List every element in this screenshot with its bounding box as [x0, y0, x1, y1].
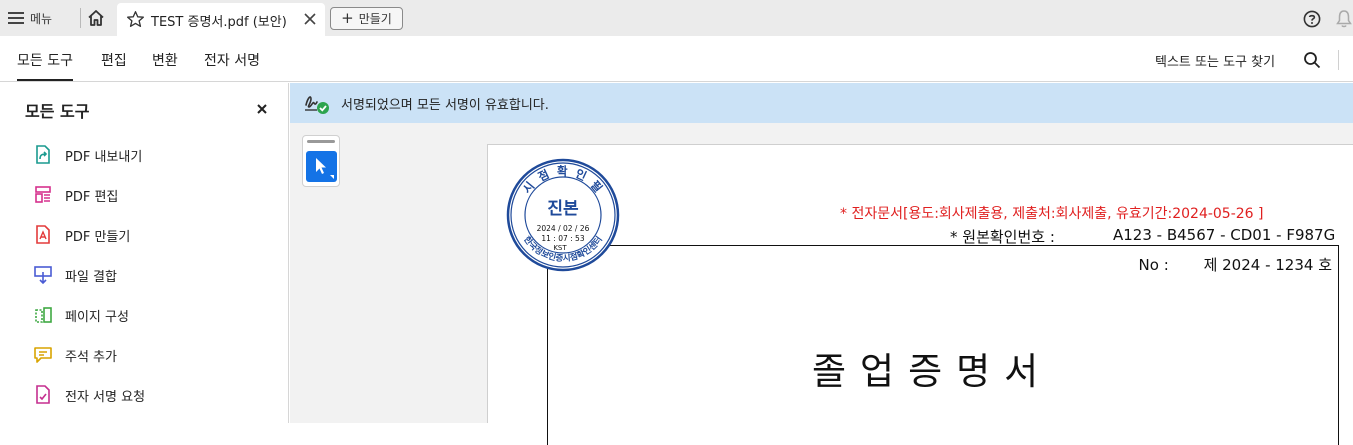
- tool-label: 페이지 구성: [65, 310, 129, 325]
- search-icon[interactable]: [1303, 51, 1321, 69]
- tool-label: 전자 서명 요청: [65, 390, 146, 405]
- e-document-notice: * 전자문서[용도:회사제출용, 제출처:회사제출, 유효기간:2024-05-…: [840, 206, 1264, 222]
- tool-request-esign[interactable]: 전자 서명 요청: [32, 382, 272, 408]
- certificate-frame: No : 제 2024 - 1234 호 졸업증명서: [547, 245, 1339, 445]
- edit-pdf-icon: [35, 186, 51, 203]
- origin-number: A123 - B4567 - CD01 - F987G: [1113, 226, 1336, 244]
- tool-label: 파일 결합: [65, 270, 117, 285]
- tool-add-comment[interactable]: 주석 추가: [32, 342, 272, 368]
- tool-combine-files[interactable]: 파일 결합: [32, 262, 272, 288]
- tool-bar: 모든 도구 편집 변환 전자 서명 텍스트 또는 도구 찾기: [0, 36, 1353, 82]
- signature-status-text: 서명되었으며 모든 서명이 유효합니다.: [341, 98, 549, 113]
- request-esign-icon: [36, 385, 50, 404]
- tool-edit-pdf[interactable]: PDF 편집: [32, 182, 272, 208]
- document-tab[interactable]: TEST 증명서.pdf (보안): [117, 3, 325, 36]
- origin-label: * 원본확인번호 :: [950, 228, 1055, 246]
- cursor-arrow-icon: [316, 158, 334, 179]
- seal-zone: KST: [553, 244, 567, 252]
- title-bar: 메뉴 TEST 증명서.pdf (보안) + 만들기: [0, 0, 1353, 36]
- home-icon[interactable]: [86, 8, 106, 28]
- drag-handle[interactable]: [307, 140, 335, 143]
- signature-status-banner: 서명되었으며 모든 서명이 유효합니다.: [290, 83, 1353, 123]
- tab-edit[interactable]: 편집: [101, 50, 127, 70]
- organize-pages-icon: [35, 307, 52, 323]
- floating-toolbar: [302, 135, 340, 187]
- menu-label: 메뉴: [30, 11, 53, 26]
- tab-e-sign[interactable]: 전자 서명: [204, 50, 260, 70]
- close-panel-icon[interactable]: [255, 102, 269, 116]
- toolbar-divider: [1338, 50, 1339, 70]
- select-tool-button[interactable]: [306, 151, 337, 182]
- tool-label: 주석 추가: [65, 350, 117, 365]
- pdf-page: * 전자문서[용도:회사제출용, 제출처:회사제출, 유효기간:2024-05-…: [487, 144, 1353, 445]
- title-divider: [80, 8, 81, 28]
- hamburger-icon: [8, 12, 24, 24]
- signature-valid-icon: [305, 96, 329, 114]
- tab-all-tools[interactable]: 모든 도구: [17, 50, 73, 81]
- comment-icon: [34, 347, 52, 363]
- create-new-button[interactable]: + 만들기: [330, 7, 403, 30]
- export-pdf-icon: [36, 145, 50, 164]
- tool-export-pdf[interactable]: PDF 내보내기: [32, 142, 272, 168]
- tool-organize-pages[interactable]: 페이지 구성: [32, 302, 272, 328]
- seal-center: 진본: [547, 199, 579, 219]
- document-viewer[interactable]: 서명되었으며 모든 서명이 유효합니다. * 전자문서[용도:회사제출용, 제출…: [290, 83, 1353, 445]
- create-pdf-icon: [36, 225, 50, 244]
- create-new-label: 만들기: [358, 12, 392, 26]
- certificate-title: 졸업증명서: [812, 350, 1053, 393]
- panel-title: 모든 도구: [25, 102, 90, 121]
- find-tools-label[interactable]: 텍스트 또는 도구 찾기: [1155, 51, 1275, 70]
- star-icon[interactable]: [126, 10, 145, 29]
- origin-verification: * 원본확인번호 : A123 - B4567 - CD01 - F987G: [950, 226, 1335, 247]
- no-label: No :: [1138, 256, 1169, 274]
- certificate-number: No : 제 2024 - 1234 호: [1139, 254, 1332, 275]
- tab-title: TEST 증명서.pdf (보안): [151, 15, 287, 30]
- seal-time: 11 : 07 : 53: [541, 234, 584, 243]
- combine-files-icon: [34, 266, 52, 285]
- all-tools-panel: 모든 도구 PDF 내보내기 PDF 편집 PDF 만들기 파일 결합 페이지 …: [0, 83, 289, 423]
- help-icon[interactable]: [1303, 10, 1321, 28]
- tool-label: PDF 편집: [65, 190, 119, 205]
- notification-bell-icon[interactable]: [1335, 9, 1353, 28]
- no-value: 제 2024 - 1234 호: [1203, 256, 1332, 274]
- menu-button[interactable]: 메뉴: [8, 6, 52, 30]
- plus-icon: +: [341, 8, 354, 27]
- seal-date: 2024 / 02 / 26: [537, 224, 590, 233]
- tool-label: PDF 만들기: [65, 230, 131, 245]
- tab-convert[interactable]: 변환: [152, 50, 178, 70]
- close-tab-icon[interactable]: [303, 12, 317, 26]
- tool-label: PDF 내보내기: [65, 150, 143, 165]
- timestamp-seal: 시 점 확 인 필 한국정보인증시점확인센터 진본 2024 / 02 / 26…: [506, 158, 620, 272]
- tool-create-pdf[interactable]: PDF 만들기: [32, 222, 272, 248]
